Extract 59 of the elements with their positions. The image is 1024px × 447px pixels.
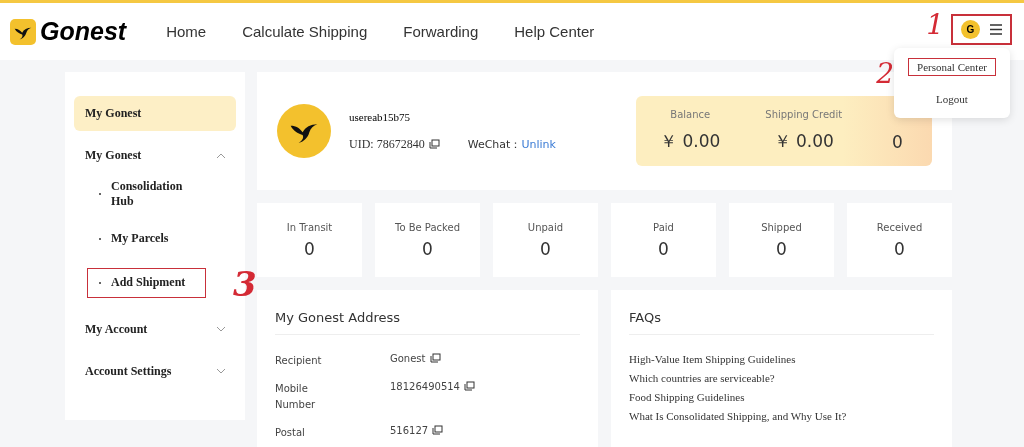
- copy-icon[interactable]: [432, 425, 444, 435]
- stat-label: Unpaid: [527, 221, 564, 233]
- username: usereab15b75: [349, 110, 412, 123]
- stat-label: Shipped: [761, 221, 802, 233]
- stat-value: 0: [776, 238, 787, 259]
- user-menu-button[interactable]: G: [951, 14, 1012, 45]
- field-value: 18126490514: [390, 381, 460, 392]
- sidebar-item[interactable]: My Gonest: [74, 96, 236, 131]
- nav-link[interactable]: Calculate Shipping: [242, 23, 368, 40]
- annotation-number: 1: [926, 11, 944, 39]
- copy-icon[interactable]: [464, 381, 475, 391]
- wallet-label: Balance: [669, 109, 712, 120]
- annotation-number: 2: [876, 60, 894, 88]
- stat-label: To Be Packed: [394, 221, 460, 233]
- unlink-link[interactable]: Unlink: [521, 137, 556, 151]
- field-label: Recipient: [275, 354, 323, 368]
- field-value: Gonest: [390, 353, 426, 364]
- stat-value: 0: [304, 238, 315, 259]
- field-label: Mobile Number: [275, 382, 317, 412]
- stat-label: In Transit: [286, 221, 333, 233]
- stat-label: Paid: [653, 221, 674, 233]
- wallet-value: 0: [891, 132, 904, 152]
- faq-link[interactable]: What Is Consolidated Shipping, and Why Use It?: [629, 410, 934, 422]
- logo-icon: [10, 18, 36, 45]
- stat-value: 0: [540, 238, 551, 259]
- sidebar-subitem[interactable]: Consolidation Hub: [87, 179, 206, 210]
- brand-name: Gonest: [40, 17, 127, 46]
- stat-value: 0: [422, 238, 433, 259]
- wallet-label: Shipping Credit: [764, 109, 844, 120]
- card-title: My Gonest Address: [275, 310, 580, 335]
- stat-value: 0: [658, 238, 669, 259]
- wallet-value: ￥ 0.00: [772, 130, 835, 153]
- field-label: Postal: [275, 426, 306, 440]
- stat-label: Received: [876, 221, 923, 233]
- nav-link[interactable]: Help Center: [514, 23, 595, 40]
- logo[interactable]: Gonest: [10, 17, 127, 46]
- faq-link[interactable]: Which countries are serviceable?: [629, 372, 934, 384]
- sidebar-item[interactable]: My Gonest: [74, 137, 236, 173]
- field-value: 516127: [390, 425, 429, 436]
- wallet-value: ￥ 0.00: [659, 130, 722, 153]
- copy-icon[interactable]: [428, 139, 440, 149]
- nav-link[interactable]: Home: [166, 23, 207, 40]
- sidebar-subitem[interactable]: My Parcels: [87, 224, 206, 254]
- faq-link[interactable]: Food Shipping Guidelines: [629, 391, 934, 403]
- menu-item[interactable]: Personal Center: [908, 58, 996, 76]
- menu-item[interactable]: Logout: [927, 90, 977, 108]
- user-avatar: [277, 104, 331, 158]
- user-avatar: G: [961, 20, 980, 39]
- copy-icon[interactable]: [429, 353, 441, 363]
- sidebar-item[interactable]: Account Settings: [74, 354, 236, 389]
- wechat-label: WeChat：: [467, 136, 522, 152]
- menu-icon: [990, 24, 1002, 35]
- card-title: FAQs: [629, 310, 934, 335]
- sidebar-item[interactable]: My Account: [74, 312, 236, 348]
- nav-link[interactable]: Forwarding: [403, 23, 479, 40]
- user-id: UID: 78672840: [349, 136, 425, 152]
- stat-value: 0: [894, 238, 905, 259]
- annotation-number: 3: [233, 267, 257, 302]
- faq-link[interactable]: High-Value Item Shipping Guidelines: [629, 353, 934, 365]
